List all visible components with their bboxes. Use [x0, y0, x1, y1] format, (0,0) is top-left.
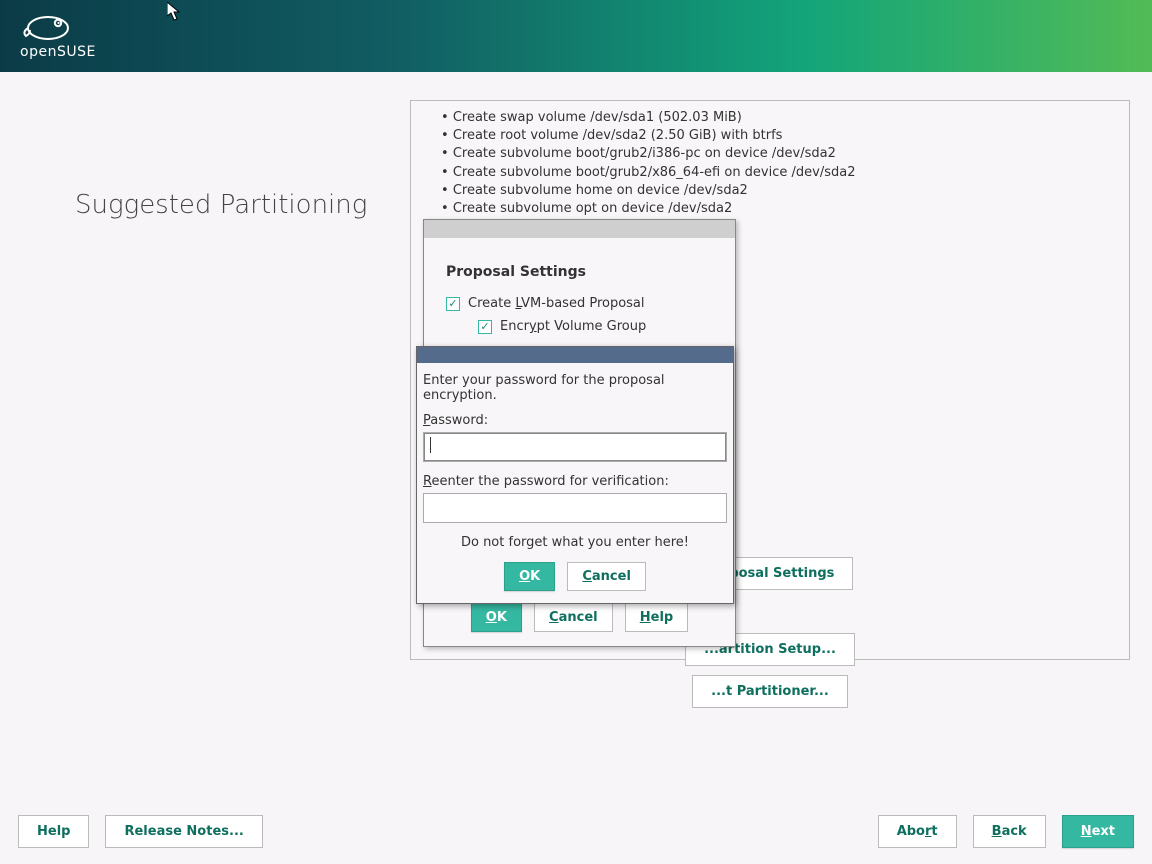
partition-item: Create subvolume boot/grub2/i386-pc on d… — [441, 145, 1119, 163]
password-hint: Do not forget what you enter here! — [423, 535, 727, 550]
encryption-password-dialog: Enter your password for the proposal enc… — [416, 346, 734, 604]
encrypt-checkbox-row[interactable]: ✓ Encrypt Volume Group — [478, 319, 713, 334]
footer-bar: Help Release Notes... Abort Back Next — [0, 799, 1152, 864]
partition-item: Create subvolume boot/grub2/x86_64-efi o… — [441, 164, 1119, 182]
expert-partitioner-button[interactable]: ...t Partitioner... — [692, 675, 848, 708]
password-input[interactable] — [423, 432, 727, 462]
lvm-checkbox-row[interactable]: ✓ Create LVM-based Proposal — [446, 296, 713, 311]
header-bar: openSUSE — [0, 0, 1152, 72]
footer-release-notes-button[interactable]: Release Notes... — [105, 815, 262, 848]
proposal-settings-title: Proposal Settings — [446, 264, 713, 280]
page-title: Suggested Partitioning — [75, 190, 367, 220]
brand-logo: openSUSE — [20, 8, 1132, 60]
partition-item: Create subvolume opt on device /dev/sda2 — [441, 200, 1119, 218]
row-expert: ...t Partitioner... — [411, 675, 1129, 708]
partition-item: Create subvolume home on device /dev/sda… — [441, 182, 1119, 200]
proposal-help-button[interactable]: Help — [625, 603, 688, 632]
footer-back-button[interactable]: Back — [973, 815, 1046, 848]
chameleon-icon — [20, 8, 88, 42]
footer-help-button[interactable]: Help — [18, 815, 89, 848]
brand-text: openSUSE — [20, 44, 96, 60]
footer-next-button[interactable]: Next — [1062, 815, 1134, 848]
password-ok-button[interactable]: OK — [504, 562, 555, 591]
password-dialog-message: Enter your password for the proposal enc… — [423, 373, 727, 403]
partition-item: Create root volume /dev/sda2 (2.50 GiB) … — [441, 127, 1119, 145]
password-dialog-titlebar[interactable] — [417, 347, 733, 363]
proposal-ok-button[interactable]: OK — [471, 603, 522, 632]
encrypt-checkbox-label: Encrypt Volume Group — [500, 319, 646, 334]
reenter-password-input[interactable] — [423, 493, 727, 523]
lvm-checkbox[interactable]: ✓ — [446, 297, 460, 311]
password-label: Password: — [423, 413, 727, 428]
dialog-titlebar[interactable] — [424, 220, 735, 238]
lvm-checkbox-label: Create LVM-based Proposal — [468, 296, 645, 311]
proposal-cancel-button[interactable]: Cancel — [534, 603, 613, 632]
footer-abort-button[interactable]: Abort — [878, 815, 957, 848]
password-cancel-button[interactable]: Cancel — [567, 562, 646, 591]
partition-item: Create swap volume /dev/sda1 (502.03 MiB… — [441, 109, 1119, 127]
reenter-password-label: Reenter the password for verification: — [423, 474, 727, 489]
encrypt-checkbox[interactable]: ✓ — [478, 320, 492, 334]
